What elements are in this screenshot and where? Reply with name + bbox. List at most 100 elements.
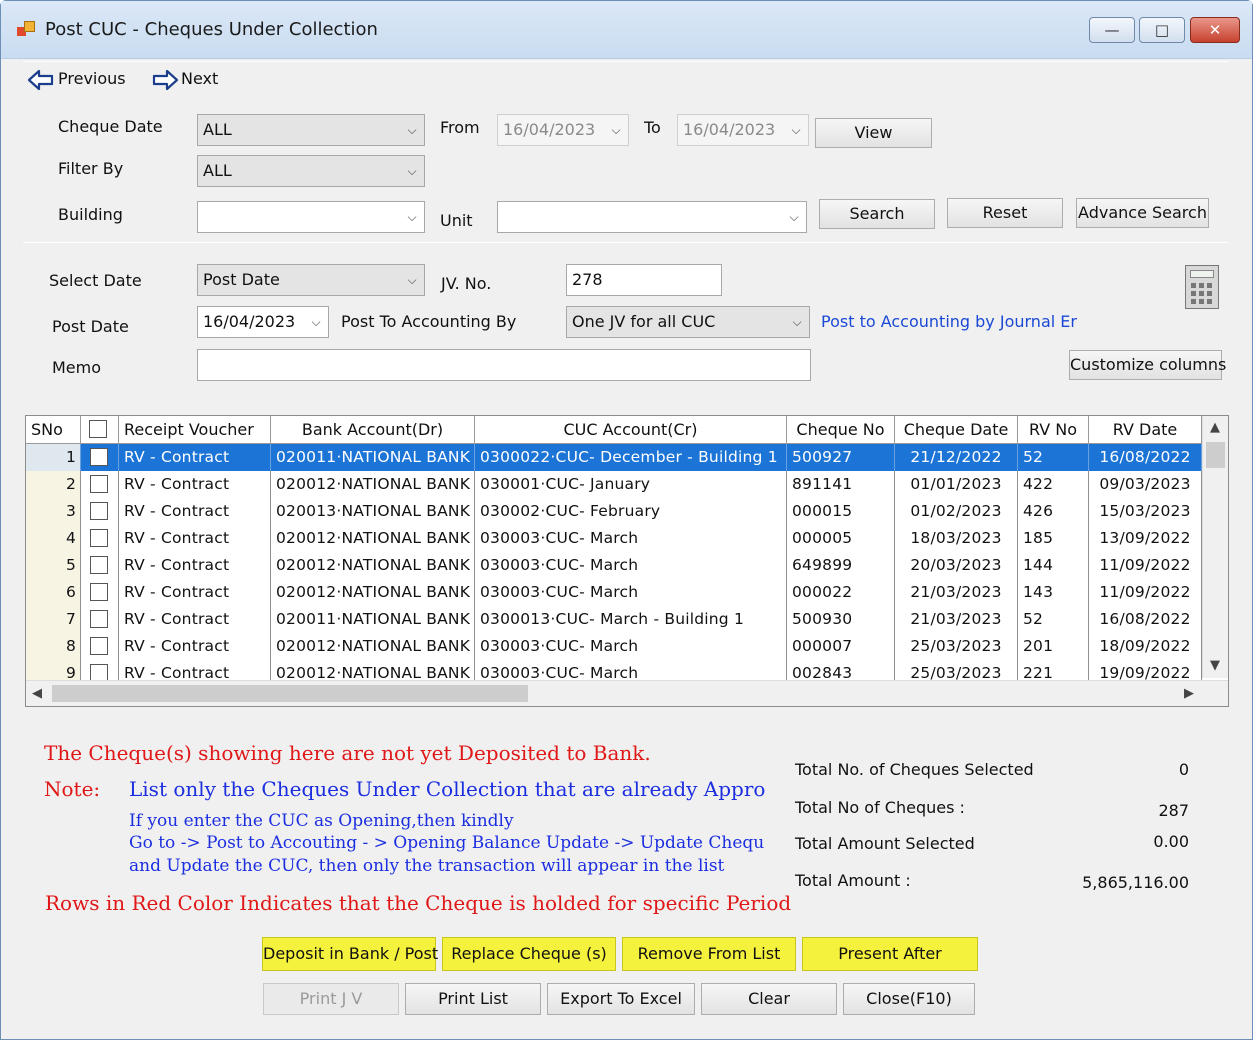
col-select[interactable]: [81, 416, 119, 444]
scroll-left-icon[interactable]: ◀: [32, 686, 42, 701]
post-date-picker[interactable]: 16/04/2023 ⌵: [197, 306, 329, 338]
from-date-picker[interactable]: 16/04/2023 ⌵: [497, 114, 629, 146]
row-checkbox[interactable]: [90, 610, 108, 628]
to-date-picker[interactable]: 16/04/2023 ⌵: [677, 114, 809, 146]
cell-bank-account: 020012·NATIONAL BANK: [271, 552, 475, 579]
cheques-grid[interactable]: SNo Receipt Voucher Bank Account(Dr) CUC…: [25, 415, 1229, 707]
select-date-dropdown[interactable]: Post Date ⌵: [197, 264, 425, 296]
scroll-down-icon[interactable]: ▼: [1210, 658, 1220, 673]
unit-dropdown[interactable]: ⌵: [497, 201, 807, 233]
row-checkbox[interactable]: [90, 448, 108, 466]
post-to-accounting-link[interactable]: Post to Accounting by Journal Er: [821, 312, 1077, 331]
total-amount-selected-value: 0.00: [1153, 832, 1189, 851]
col-cheque-date[interactable]: Cheque Date: [895, 416, 1018, 444]
remove-from-list-button[interactable]: Remove From List: [622, 937, 796, 971]
col-bank-account[interactable]: Bank Account(Dr): [271, 416, 475, 444]
building-dropdown[interactable]: ⌵: [197, 201, 425, 233]
row-checkbox[interactable]: [90, 556, 108, 574]
print-list-button[interactable]: Print List: [405, 983, 541, 1015]
export-to-excel-button[interactable]: Export To Excel: [547, 983, 695, 1015]
cheque-date-dropdown[interactable]: ALL ⌵: [197, 114, 425, 146]
reset-button[interactable]: Reset: [947, 198, 1063, 228]
cell-bank-account: 020012·NATIONAL BANK: [271, 633, 475, 660]
cell-rv-date: 09/03/2023: [1089, 471, 1202, 498]
cell-select[interactable]: [81, 525, 119, 552]
cell-select[interactable]: [81, 579, 119, 606]
top-divider: [23, 61, 1229, 62]
col-receipt-voucher[interactable]: Receipt Voucher: [119, 416, 271, 444]
calculator-icon[interactable]: [1185, 265, 1219, 309]
filter-by-dropdown[interactable]: ALL ⌵: [197, 155, 425, 187]
memo-input[interactable]: [197, 349, 811, 381]
row-checkbox[interactable]: [90, 502, 108, 520]
cell-select[interactable]: [81, 471, 119, 498]
row-checkbox[interactable]: [90, 475, 108, 493]
cell-rv-no: 185: [1018, 525, 1089, 552]
close-window-button[interactable]: ✕: [1190, 17, 1240, 43]
cell-cheque-no: 000007: [787, 633, 895, 660]
cell-rv-date: 11/09/2022: [1089, 579, 1202, 606]
table-row[interactable]: 1 RV - Contract 020011·NATIONAL BANK 030002…: [26, 444, 1202, 471]
cell-select[interactable]: [81, 606, 119, 633]
minimize-button[interactable]: —: [1089, 17, 1135, 43]
col-cuc-account[interactable]: CUC Account(Cr): [475, 416, 787, 444]
filter-by-label: Filter By: [58, 159, 124, 178]
total-amount-label: Total Amount :: [795, 871, 911, 890]
post-by-dropdown[interactable]: One JV for all CUC ⌵: [566, 306, 810, 338]
cell-cheque-no: 000015: [787, 498, 895, 525]
vertical-scroll-thumb[interactable]: [1206, 442, 1225, 468]
col-rv-date[interactable]: RV Date: [1089, 416, 1202, 444]
cell-cheque-no: 000005: [787, 525, 895, 552]
scroll-right-icon[interactable]: ▶: [1184, 686, 1194, 701]
row-checkbox[interactable]: [90, 529, 108, 547]
total-selected-count-label: Total No. of Cheques Selected: [795, 760, 1034, 779]
table-row[interactable]: 4 RV - Contract 020012·NATIONAL BANK 030003…: [26, 525, 1202, 552]
cheque-date-label: Cheque Date: [58, 117, 163, 136]
chevron-down-icon: ⌵: [407, 123, 417, 137]
select-all-checkbox[interactable]: [89, 420, 107, 438]
jv-no-input[interactable]: 278: [566, 264, 722, 296]
horizontal-scrollbar[interactable]: ◀ ▶: [26, 680, 1228, 706]
table-row[interactable]: 6 RV - Contract 020012·NATIONAL BANK 030003…: [26, 579, 1202, 606]
maximize-button[interactable]: □: [1139, 17, 1185, 43]
cell-receipt-voucher: RV - Contract: [119, 525, 271, 552]
col-rv-no[interactable]: RV No: [1018, 416, 1089, 444]
table-row[interactable]: 7 RV - Contract 020011·NATIONAL BANK 030001…: [26, 606, 1202, 633]
scroll-up-icon[interactable]: ▲: [1210, 420, 1220, 435]
cell-select[interactable]: [81, 444, 119, 471]
deposit-in-bank-button[interactable]: Deposit in Bank / Post: [262, 937, 438, 971]
row-checkbox[interactable]: [90, 583, 108, 601]
present-after-button[interactable]: Present After: [802, 937, 978, 971]
filter-by-value: ALL: [203, 161, 232, 180]
table-row[interactable]: 8 RV - Contract 020012·NATIONAL BANK 030003…: [26, 633, 1202, 660]
customize-columns-button[interactable]: Customize columns: [1069, 350, 1226, 380]
cell-rv-no: 422: [1018, 471, 1089, 498]
col-sno[interactable]: SNo: [26, 416, 81, 444]
select-date-label: Select Date: [49, 271, 142, 290]
table-row[interactable]: 5 RV - Contract 020012·NATIONAL BANK 030003…: [26, 552, 1202, 579]
cell-rv-date: 11/09/2022: [1089, 552, 1202, 579]
post-date-value: 16/04/2023: [203, 312, 296, 331]
search-button[interactable]: Search: [819, 199, 935, 229]
col-cheque-no[interactable]: Cheque No: [787, 416, 895, 444]
cell-select[interactable]: [81, 633, 119, 660]
total-amount-selected-label: Total Amount Selected: [795, 834, 975, 853]
advance-search-button[interactable]: Advance Search: [1076, 198, 1209, 228]
clear-button[interactable]: Clear: [701, 983, 837, 1015]
print-jv-button[interactable]: Print J V: [263, 983, 399, 1015]
replace-cheque-button[interactable]: Replace Cheque (s): [442, 937, 616, 971]
horizontal-scroll-thumb[interactable]: [52, 685, 528, 702]
cell-rv-no: 52: [1018, 606, 1089, 633]
vertical-scrollbar[interactable]: ▲ ▼: [1202, 416, 1228, 678]
table-row[interactable]: 3 RV - Contract 020013·NATIONAL BANK 030002…: [26, 498, 1202, 525]
cell-select[interactable]: [81, 498, 119, 525]
close-button[interactable]: Close(F10): [843, 983, 975, 1015]
cell-select[interactable]: [81, 552, 119, 579]
title-bar[interactable]: Post CUC - Cheques Under Collection — □ …: [1, 1, 1252, 59]
row-checkbox[interactable]: [90, 637, 108, 655]
cell-sno: 5: [26, 552, 81, 579]
cell-bank-account: 020012·NATIONAL BANK: [271, 579, 475, 606]
cell-bank-account: 020013·NATIONAL BANK: [271, 498, 475, 525]
view-button[interactable]: View: [815, 118, 932, 148]
table-row[interactable]: 2 RV - Contract 020012·NATIONAL BANK 030001…: [26, 471, 1202, 498]
